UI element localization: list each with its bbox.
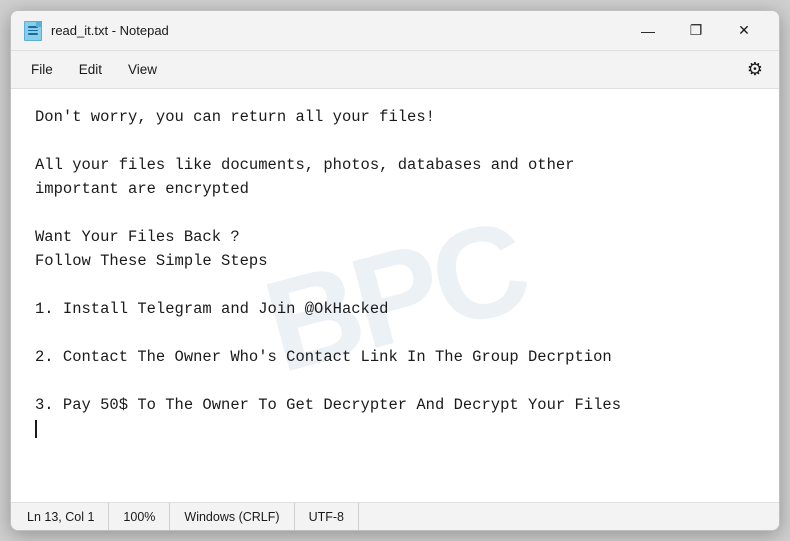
line-9: 1. Install Telegram and Join @OkHacked <box>35 300 388 318</box>
maximize-button[interactable]: ❐ <box>673 15 719 47</box>
menu-bar: File Edit View ⚙ <box>11 51 779 89</box>
line-11: 2. Contact The Owner Who's Contact Link … <box>35 348 612 366</box>
notepad-window: read_it.txt - Notepad — ❐ ✕ File Edit Vi… <box>10 10 780 531</box>
menu-file[interactable]: File <box>19 58 65 81</box>
close-button[interactable]: ✕ <box>721 15 767 47</box>
title-bar: read_it.txt - Notepad — ❐ ✕ <box>11 11 779 51</box>
menu-edit[interactable]: Edit <box>67 58 114 81</box>
window-title: read_it.txt - Notepad <box>51 23 625 38</box>
cursor-position: Ln 13, Col 1 <box>11 503 109 530</box>
content-area[interactable]: BPC Don't worry, you can return all your… <box>11 89 779 502</box>
line-1: Don't worry, you can return all your fil… <box>35 108 435 126</box>
status-bar: Ln 13, Col 1 100% Windows (CRLF) UTF-8 <box>11 502 779 530</box>
window-controls: — ❐ ✕ <box>625 15 767 47</box>
line-6: Want Your Files Back ? <box>35 228 240 246</box>
line-13: 3. Pay 50$ To The Owner To Get Decrypter… <box>35 396 621 414</box>
encoding: UTF-8 <box>295 503 359 530</box>
menu-view[interactable]: View <box>116 58 169 81</box>
settings-button[interactable]: ⚙ <box>739 54 771 86</box>
line-3: All your files like documents, photos, d… <box>35 156 575 174</box>
text-cursor <box>35 420 37 438</box>
line-7: Follow These Simple Steps <box>35 252 268 270</box>
app-icon <box>23 21 43 41</box>
notepad-icon-graphic <box>24 21 42 41</box>
menu-items: File Edit View <box>19 58 169 81</box>
line-ending: Windows (CRLF) <box>170 503 294 530</box>
zoom-level: 100% <box>109 503 170 530</box>
line-4: important are encrypted <box>35 180 249 198</box>
text-editor[interactable]: Don't worry, you can return all your fil… <box>11 89 779 502</box>
minimize-button[interactable]: — <box>625 15 671 47</box>
